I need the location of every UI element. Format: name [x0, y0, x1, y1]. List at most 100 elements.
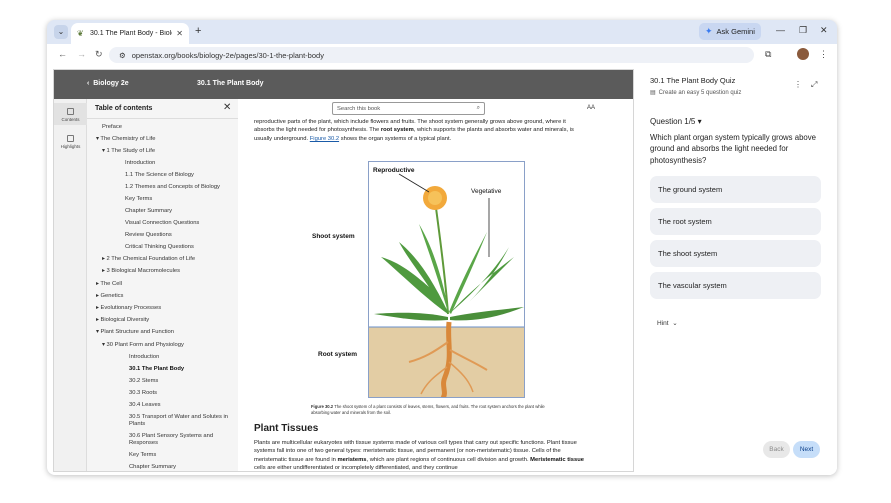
vegetative-label: Vegetative: [471, 188, 502, 195]
toc-item[interactable]: Key Terms: [129, 452, 156, 458]
ask-gemini-label: Ask Gemini: [716, 27, 755, 36]
intro-paragraph: reproductive parts of the plant, which i…: [254, 118, 584, 143]
bold-term: Meristematic tissue: [530, 456, 584, 463]
toc-item[interactable]: 1.2 Themes and Concepts of Biology: [125, 184, 220, 190]
toc-item[interactable]: ▾ Plant Structure and Function: [96, 329, 174, 335]
gemini-quiz-panel: 30.1 The Plant Body Quiz ▤ Create an eas…: [639, 66, 837, 475]
toc-item[interactable]: 30.4 Leaves: [129, 402, 161, 408]
toc-item[interactable]: Key Terms: [125, 196, 152, 202]
shoot-system-label: Shoot system: [312, 233, 355, 240]
toc-item[interactable]: Preface: [102, 124, 122, 130]
toc-item[interactable]: Chapter Summary: [129, 464, 176, 470]
contents-nav-button[interactable]: Contents: [54, 103, 87, 125]
back-button[interactable]: Back: [763, 441, 790, 458]
toc-item-label: 2 The Chemical Foundation of Life: [106, 256, 196, 262]
search-placeholder: Search this book: [337, 106, 381, 112]
tab-active[interactable]: ❦ 30.1 The Plant Body - Biology ✕: [71, 23, 189, 44]
plant-figure: Reproductive Vegetative: [368, 161, 525, 398]
toc-item-label: 30 Plant Form and Physiology: [106, 342, 184, 348]
more-options-icon[interactable]: ⋮: [794, 80, 802, 89]
highlights-label: Highlights: [60, 144, 81, 149]
reload-icon[interactable]: ↻: [95, 49, 103, 60]
close-tab-icon[interactable]: ✕: [176, 29, 183, 38]
forward-arrow-icon[interactable]: →: [77, 49, 86, 60]
tab-title: 30.1 The Plant Body - Biology: [90, 30, 172, 37]
book-back-link[interactable]: ‹ Biology 2e: [87, 80, 129, 87]
highlights-nav-button[interactable]: Highlights: [54, 135, 87, 157]
book-search-input[interactable]: Search this book ⌕: [332, 102, 485, 115]
toc-item[interactable]: 30.2 Stems: [129, 378, 158, 384]
hint-toggle[interactable]: Hint ⌄: [657, 319, 678, 327]
toc-item[interactable]: 30.3 Roots: [129, 390, 157, 396]
toc-item[interactable]: 30.5 Transport of Water and Solutes in P…: [129, 414, 237, 428]
new-tab-button[interactable]: +: [195, 25, 201, 37]
text-span: cells are either undifferentiated or inc…: [254, 465, 458, 472]
question-number: Question 1/5: [650, 117, 696, 126]
figure-link[interactable]: Figure 30.2: [310, 136, 339, 142]
toc-item[interactable]: ▸ Evolutionary Processes: [96, 305, 161, 311]
caption-number: Figure 30.2: [311, 404, 334, 409]
browser-menu-icon[interactable]: ⋮: [819, 49, 828, 60]
browser-content: ‹ Biology 2e 30.1 The Plant Body Content…: [47, 66, 837, 475]
restore-icon[interactable]: ❐: [799, 25, 807, 35]
answer-option[interactable]: The root system: [650, 208, 821, 235]
search-icon[interactable]: ⌕: [477, 105, 480, 112]
quiz-prompt-icon: ▤: [650, 90, 656, 96]
close-window-icon[interactable]: ✕: [820, 25, 828, 35]
toc-item[interactable]: ▾ 30 Plant Form and Physiology: [102, 342, 184, 348]
root-system-label: Root system: [318, 351, 358, 358]
answer-option[interactable]: The shoot system: [650, 240, 821, 267]
toc-item[interactable]: Chapter Summary: [125, 208, 172, 214]
toc-item[interactable]: ▸ 3 Biological Macromolecules: [102, 268, 180, 274]
toc-item[interactable]: ▸ 2 The Chemical Foundation of Life: [102, 256, 195, 262]
pin-icon[interactable]: ⤢: [811, 80, 817, 90]
toc-item[interactable]: ▸ Biological Diversity: [96, 317, 149, 323]
toc-item[interactable]: Introduction: [125, 160, 155, 166]
highlights-icon: [67, 135, 74, 142]
toc-item[interactable]: 1.1 The Science of Biology: [125, 172, 194, 178]
minimize-icon[interactable]: —: [776, 25, 785, 35]
browser-toolbar: ← → ↻ ⚙ openstax.org/books/biology-2e/pa…: [47, 44, 837, 66]
toc-item[interactable]: ▸ Genetics: [96, 293, 123, 299]
dandelion-plant-illustration: [369, 162, 524, 397]
toc-item[interactable]: Review Questions: [125, 232, 172, 238]
next-button[interactable]: Next: [793, 441, 820, 458]
chevron-down-icon: ▾: [697, 117, 702, 126]
toc-item[interactable]: 30.6 Plant Sensory Systems and Responses: [129, 433, 237, 447]
toc-item-label: 1 The Study of Life: [106, 148, 156, 154]
text-span: shows the organ systems of a typical pla…: [339, 135, 452, 142]
profile-avatar[interactable]: [797, 48, 809, 60]
toc-item[interactable]: ▾ 1 The Study of Life: [102, 148, 155, 154]
book-title: Biology 2e: [93, 80, 129, 87]
page-search-row: Search this book ⌕ AA: [238, 99, 633, 117]
toc-close-icon[interactable]: ✕: [223, 102, 231, 114]
quiz-title: 30.1 The Plant Body Quiz: [650, 76, 736, 85]
toc-item[interactable]: ▾ The Chemistry of Life: [96, 136, 156, 142]
bold-term: root system: [380, 127, 414, 134]
text-size-button[interactable]: AA: [587, 105, 595, 111]
answer-option[interactable]: The ground system: [650, 176, 821, 203]
ask-gemini-button[interactable]: ✦ Ask Gemini: [699, 23, 761, 40]
contents-icon: [67, 108, 74, 115]
address-bar[interactable]: ⚙ openstax.org/books/biology-2e/pages/30…: [109, 47, 754, 63]
figure-caption: Figure 30.2 The shoot system of a plant …: [311, 404, 551, 415]
question-number-dropdown[interactable]: Question 1/5 ▾: [650, 117, 702, 126]
back-arrow-icon[interactable]: ←: [58, 49, 67, 60]
toc-item-label: Plant Structure and Function: [100, 329, 175, 335]
reproductive-label: Reproductive: [373, 167, 415, 174]
text-span: , which are plant regions of continuous …: [366, 456, 531, 463]
toc-item[interactable]: Visual Connection Questions: [125, 220, 199, 226]
tab-search-icon[interactable]: ⌄: [54, 25, 68, 39]
toc-item[interactable]: ▸ The Cell: [96, 281, 122, 287]
extensions-icon[interactable]: ⧉: [765, 49, 771, 60]
toc-item-current[interactable]: 30.1 The Plant Body: [129, 366, 184, 372]
toc-item[interactable]: Introduction: [129, 354, 159, 360]
gemini-star-icon: ✦: [705, 26, 713, 36]
question-text: Which plant organ system typically grows…: [650, 133, 816, 165]
chapter-title: 30.1 The Plant Body: [197, 80, 264, 87]
answer-option[interactable]: The vascular system: [650, 272, 821, 299]
toc-item-label: 3 Biological Macromolecules: [106, 268, 180, 274]
chevron-down-icon: ⌄: [672, 320, 678, 327]
toc-item[interactable]: Critical Thinking Questions: [125, 244, 194, 250]
site-info-icon[interactable]: ⚙: [119, 51, 126, 60]
